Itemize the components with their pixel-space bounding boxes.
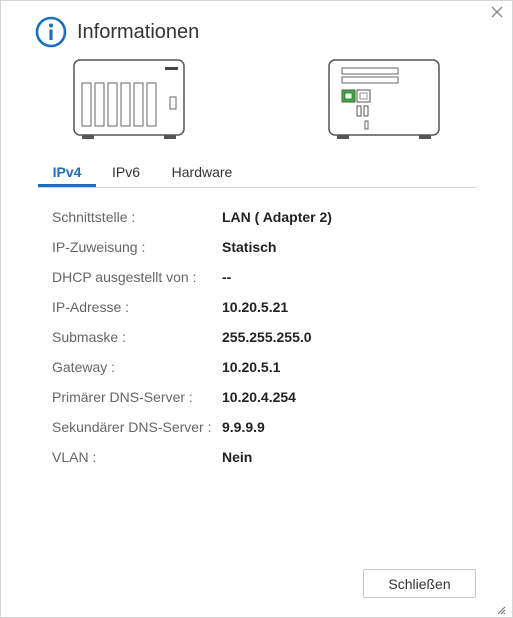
detail-label: Primärer DNS-Server : [52, 389, 193, 405]
information-dialog: Informationen IPv4 IPv6 Hardware Schnitt… [0, 0, 513, 618]
close-icon[interactable] [490, 5, 504, 19]
detail-value: Nein [222, 449, 253, 465]
detail-value: Statisch [222, 239, 277, 255]
detail-label: Gateway : [52, 359, 116, 375]
dialog-title: Informationen [77, 20, 200, 43]
active-tab-indicator [38, 184, 96, 187]
tab-hardware[interactable]: Hardware [166, 158, 238, 187]
nas-back-illustration [328, 59, 440, 146]
detail-value: 10.20.5.21 [222, 299, 289, 315]
detail-label: IP-Zuweisung : [52, 239, 146, 255]
close-button[interactable]: Schließen [363, 569, 476, 598]
detail-label: IP-Adresse : [52, 299, 130, 315]
detail-label: Sekundärer DNS-Server : [52, 419, 212, 435]
detail-label: VLAN : [52, 449, 97, 465]
detail-value: LAN ( Adapter 2) [222, 209, 332, 225]
tab-ipv6[interactable]: IPv6 [104, 158, 148, 187]
detail-label: Submaske : [52, 329, 126, 345]
detail-label: Schnittstelle : [52, 209, 136, 225]
detail-value: 10.20.5.1 [222, 359, 281, 375]
nas-front-illustration [73, 59, 185, 146]
detail-value: 10.20.4.254 [222, 389, 296, 405]
info-icon [35, 16, 67, 48]
tab-bar: IPv4 IPv6 Hardware [38, 158, 476, 188]
resize-grip-icon[interactable] [496, 602, 506, 615]
tab-ipv4[interactable]: IPv4 [38, 158, 96, 187]
detail-value: 255.255.255.0 [222, 329, 312, 345]
detail-value: -- [222, 269, 232, 285]
dialog-header: Informationen [35, 16, 199, 48]
detail-label: DHCP ausgestellt von : [52, 269, 197, 285]
detail-value: 9.9.9.9 [222, 419, 265, 435]
